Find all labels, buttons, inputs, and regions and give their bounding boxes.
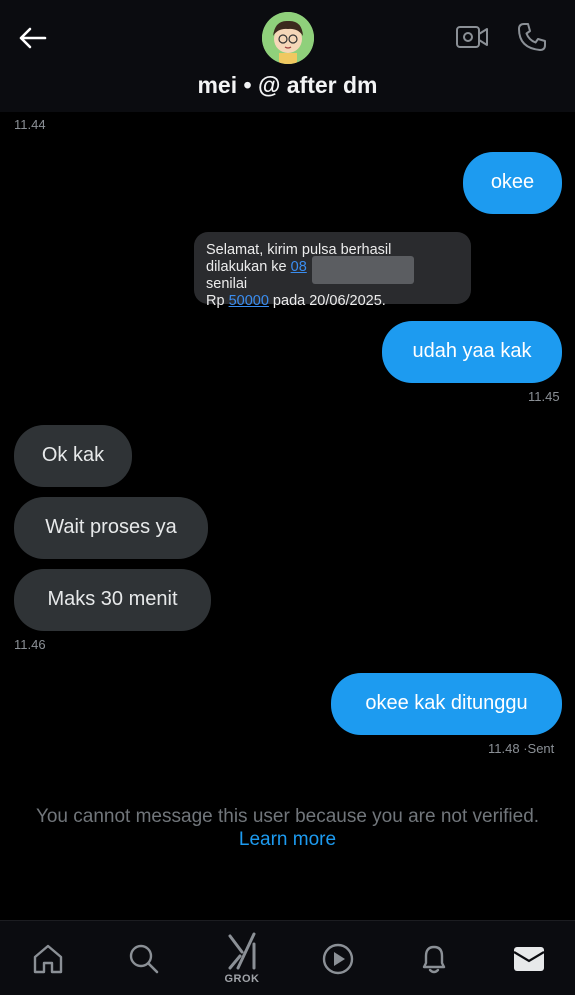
conversation-title[interactable]: mei • @ after dm <box>0 72 575 99</box>
video-call-button[interactable] <box>453 20 491 54</box>
bell-icon <box>422 945 446 974</box>
sms-amount-link: 50000 <box>228 293 269 309</box>
learn-more-link[interactable]: Learn more <box>0 829 575 851</box>
bottom-navigation: GROK <box>0 920 575 995</box>
outgoing-message[interactable]: okee <box>463 152 562 214</box>
sms-line: Rp 50000 pada 20/06/2025. <box>206 293 386 309</box>
nav-video[interactable] <box>318 939 358 979</box>
conversation-header: mei • @ after dm <box>0 0 575 112</box>
redaction-block <box>312 256 414 284</box>
avatar[interactable] <box>262 12 314 64</box>
outgoing-message[interactable]: udah yaa kak <box>382 321 562 383</box>
timestamp: 11.46 <box>14 637 46 652</box>
phone-icon <box>518 23 546 51</box>
grok-label: GROK <box>224 973 260 985</box>
timestamp: 11.44 <box>14 117 46 132</box>
home-icon <box>33 944 63 974</box>
back-button[interactable] <box>14 20 50 56</box>
nav-notifications[interactable] <box>414 939 454 979</box>
timestamp-status: 11.48 ·Sent <box>488 741 554 756</box>
play-icon <box>322 943 354 975</box>
mail-icon <box>513 947 545 971</box>
sms-phone-link: 08 <box>290 259 307 275</box>
nav-grok[interactable] <box>222 931 262 971</box>
outgoing-message[interactable]: okee kak ditunggu <box>331 673 562 735</box>
nav-search[interactable] <box>124 939 164 979</box>
video-camera-icon <box>456 26 488 48</box>
arrow-left-icon <box>19 27 47 49</box>
search-icon <box>129 944 159 974</box>
nav-messages[interactable] <box>509 939 549 979</box>
sent-status: ·Sent <box>519 741 555 756</box>
phone-call-button[interactable] <box>513 18 551 56</box>
incoming-message[interactable]: Wait proses ya <box>14 497 208 559</box>
incoming-message[interactable]: Ok kak <box>14 425 132 487</box>
grok-icon <box>228 932 256 970</box>
timestamp: 11.45 <box>528 389 560 404</box>
cannot-message-notice: You cannot message this user because you… <box>35 806 540 827</box>
incoming-message[interactable]: Maks 30 menit <box>14 569 211 631</box>
timestamp: 11.48 <box>488 741 520 756</box>
nav-home[interactable] <box>28 939 68 979</box>
